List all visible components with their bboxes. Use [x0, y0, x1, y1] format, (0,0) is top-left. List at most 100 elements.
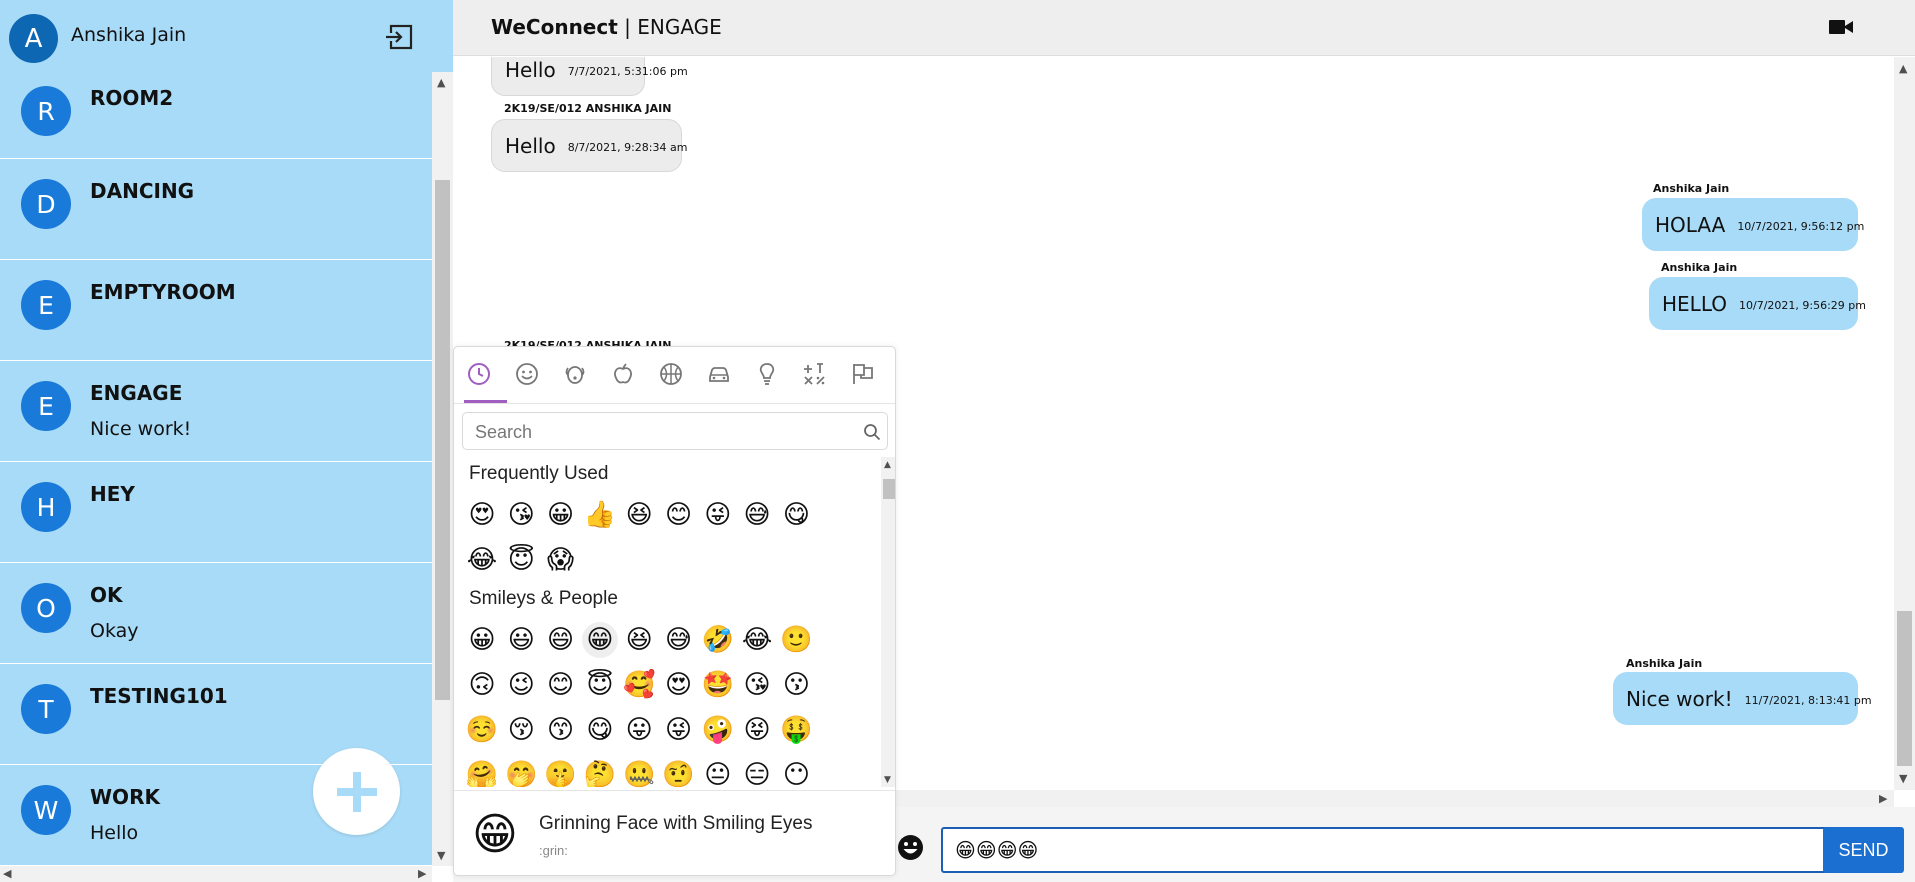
scroll-down-icon[interactable]: ▼ [437, 850, 445, 861]
emoji-item[interactable]: 🤩 [700, 667, 736, 703]
emoji-item[interactable]: 🤗 [464, 757, 500, 787]
objects-icon[interactable] [755, 362, 779, 386]
emoji-item[interactable]: 🤔 [582, 757, 618, 787]
symbols-icon[interactable] [803, 362, 827, 386]
emoji-item[interactable]: 😙 [543, 712, 579, 748]
message-input[interactable] [941, 827, 1829, 873]
video-call-icon[interactable] [1828, 17, 1854, 37]
emoji-item[interactable]: 😚 [503, 712, 539, 748]
emoji-item[interactable]: 😇 [503, 542, 539, 578]
emoji-item[interactable]: 😶 [778, 757, 814, 787]
message-time: 8/7/2021, 9:28:34 am [567, 141, 688, 154]
animals-icon[interactable] [563, 362, 587, 386]
message-text: Nice work! [1626, 686, 1733, 711]
scroll-up-icon[interactable]: ▲ [1899, 63, 1907, 74]
scroll-down-icon[interactable]: ▼ [1899, 773, 1907, 784]
room-item-engage[interactable]: E ENGAGE Nice work! [0, 361, 432, 462]
room-item-ok[interactable]: O OK Okay [0, 563, 432, 664]
emoji-picker-scrollbar[interactable]: ▲ ▼ [881, 457, 895, 787]
scroll-down-icon[interactable]: ▼ [884, 775, 891, 786]
user-avatar[interactable]: A [9, 14, 58, 63]
room-item-room2[interactable]: R ROOM2 [0, 72, 432, 159]
emoji-item[interactable]: 😝 [739, 712, 775, 748]
add-room-button[interactable] [313, 748, 400, 835]
emoji-item[interactable]: 😁 [581, 622, 618, 658]
emoji-item[interactable]: 🤑 [778, 712, 814, 748]
emoji-item[interactable]: 😗 [778, 667, 814, 703]
sidebar-horizontal-scrollbar[interactable]: ◀ ▶ [0, 866, 432, 882]
scrollbar-thumb[interactable] [435, 180, 450, 700]
emoji-item[interactable]: 🥰 [621, 667, 657, 703]
message-text: Hello [505, 133, 556, 158]
emoji-item[interactable]: 😍 [661, 667, 697, 703]
emoji-toggle-icon[interactable] [897, 834, 924, 861]
emoji-item[interactable]: 😉 [503, 667, 539, 703]
emoji-item[interactable]: 😃 [503, 622, 539, 658]
emoji-item[interactable]: 🤐 [621, 757, 657, 787]
sidebar-vertical-scrollbar[interactable]: ▲ ▼ [432, 72, 453, 866]
emoji-item[interactable]: 😐 [700, 757, 736, 787]
scroll-right-icon[interactable]: ▶ [1879, 793, 1887, 804]
emoji-item[interactable]: 😘 [739, 667, 775, 703]
emoji-item[interactable]: 😂 [464, 542, 500, 578]
emoji-item[interactable]: 🤭 [503, 757, 539, 787]
emoji-search-input[interactable] [475, 421, 855, 443]
scroll-up-icon[interactable]: ▲ [884, 460, 891, 471]
emoji-item[interactable]: 😋 [582, 712, 618, 748]
emoji-item[interactable]: 😜 [700, 497, 736, 533]
emoji-item[interactable]: 😂 [739, 622, 775, 658]
emoji-item[interactable]: 😀 [543, 497, 579, 533]
emoji-item[interactable]: 😍 [464, 497, 500, 533]
emoji-item[interactable]: 😆 [621, 622, 657, 658]
emoji-item[interactable]: 🤫 [543, 757, 579, 787]
room-item-dancing[interactable]: D DANCING [0, 159, 432, 260]
emoji-item[interactable]: 👍 [582, 497, 618, 533]
recent-icon[interactable] [467, 362, 491, 386]
emoji-item[interactable]: 🙂 [778, 622, 814, 658]
preview-emoji-name: Grinning Face with Smiling Eyes [539, 813, 813, 834]
emoji-item[interactable]: 😛 [621, 712, 657, 748]
message-time: 10/7/2021, 9:56:29 pm [1739, 299, 1866, 312]
emoji-item[interactable]: 🤨 [661, 757, 697, 787]
emoji-item[interactable]: 😜 [661, 712, 697, 748]
smileys-icon[interactable] [515, 362, 539, 386]
emoji-item[interactable]: ☺️ [464, 712, 500, 748]
room-avatar: R [21, 86, 71, 136]
scroll-left-icon[interactable]: ◀ [3, 868, 11, 879]
emoji-item[interactable]: 😊 [543, 667, 579, 703]
scroll-up-icon[interactable]: ▲ [437, 77, 445, 88]
emoji-item[interactable]: 🤪 [700, 712, 736, 748]
emoji-item[interactable]: 😄 [543, 622, 579, 658]
emoji-item[interactable]: 😇 [582, 667, 618, 703]
message-text: Hello [505, 57, 556, 82]
emoji-item[interactable]: 😀 [464, 622, 500, 658]
send-button[interactable]: SEND [1823, 827, 1904, 873]
travel-icon[interactable] [707, 362, 731, 386]
activity-icon[interactable] [659, 362, 683, 386]
preview-emoji: 😁 [472, 809, 518, 860]
emoji-item[interactable]: 🤣 [700, 622, 736, 658]
emoji-item[interactable]: 😑 [739, 757, 775, 787]
messages-vertical-scrollbar[interactable]: ▲ ▼ [1894, 57, 1915, 790]
brand-name: WeConnect [491, 15, 618, 39]
emoji-item[interactable]: 😅 [661, 622, 697, 658]
scrollbar-thumb[interactable] [883, 479, 895, 499]
emoji-search [462, 412, 888, 450]
room-name: DANCING [90, 179, 195, 203]
food-icon[interactable] [611, 362, 635, 386]
logout-icon[interactable] [385, 24, 413, 50]
scroll-right-icon[interactable]: ▶ [418, 868, 426, 879]
room-item-hey[interactable]: H HEY [0, 462, 432, 563]
emoji-item[interactable]: 🙃 [464, 667, 500, 703]
emoji-item[interactable]: 😆 [621, 497, 657, 533]
flags-icon[interactable] [851, 362, 875, 386]
emoji-item[interactable]: 😊 [661, 497, 697, 533]
scrollbar-thumb[interactable] [1897, 611, 1912, 766]
message-sender: Anshika Jain [1626, 657, 1703, 670]
plus-icon [336, 771, 377, 812]
emoji-item[interactable]: 😅 [739, 497, 775, 533]
room-item-emptyroom[interactable]: E EMPTYROOM [0, 260, 432, 361]
emoji-item[interactable]: 😱 [543, 542, 579, 578]
emoji-item[interactable]: 😋 [778, 497, 814, 533]
emoji-item[interactable]: 😘 [503, 497, 539, 533]
